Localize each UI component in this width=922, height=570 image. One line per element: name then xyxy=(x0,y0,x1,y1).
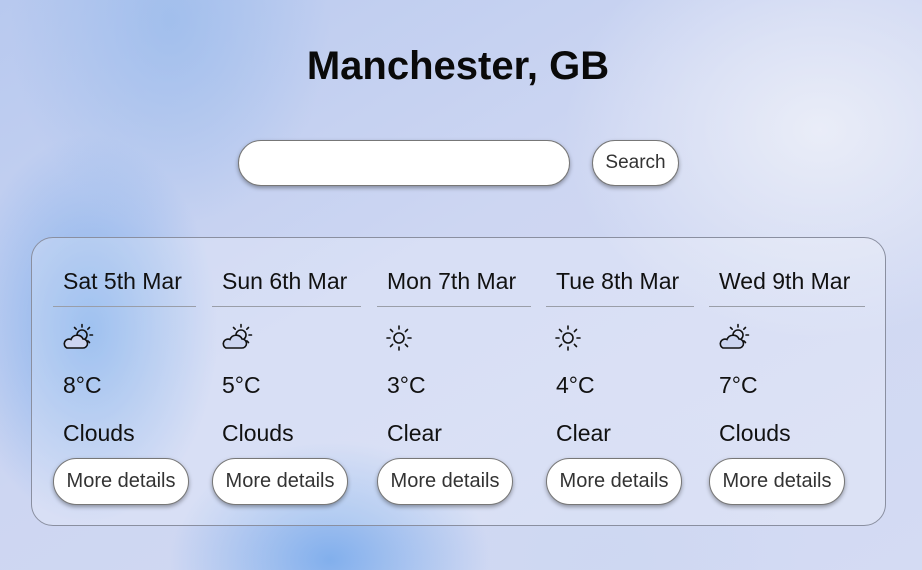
more-details-button[interactable]: More details xyxy=(546,458,682,505)
forecast-condition: Clear xyxy=(387,420,442,446)
partly-cloudy-sun-icon xyxy=(63,323,94,349)
partly-cloudy-sun-icon xyxy=(222,323,253,349)
more-details-button[interactable]: More details xyxy=(377,458,513,505)
divider xyxy=(709,306,865,307)
forecast-day: Tue 8th Mar 4°C Clear More details xyxy=(546,238,694,527)
divider xyxy=(212,306,361,307)
sun-icon xyxy=(386,325,412,351)
partly-cloudy-sun-icon xyxy=(719,323,750,349)
forecast-temp: 4°C xyxy=(556,372,595,398)
forecast-date: Sat 5th Mar xyxy=(63,268,182,294)
forecast-date: Wed 9th Mar xyxy=(719,268,851,294)
forecast-condition: Clouds xyxy=(719,420,791,446)
forecast-temp: 5°C xyxy=(222,372,261,398)
more-details-button[interactable]: More details xyxy=(53,458,189,505)
forecast-condition: Clouds xyxy=(222,420,294,446)
more-details-button[interactable]: More details xyxy=(212,458,348,505)
forecast-condition: Clear xyxy=(556,420,611,446)
divider xyxy=(546,306,694,307)
forecast-temp: 8°C xyxy=(63,372,102,398)
forecast-day: Wed 9th Mar 7°C Clouds More details xyxy=(709,238,865,527)
search-input[interactable] xyxy=(238,140,570,186)
page-title: Manchester, GB xyxy=(306,44,610,88)
forecast-day: Mon 7th Mar 3°C Clear More details xyxy=(377,238,531,527)
forecast-date: Tue 8th Mar xyxy=(556,268,680,294)
forecast-condition: Clouds xyxy=(63,420,135,446)
forecast-temp: 3°C xyxy=(387,372,426,398)
more-details-button[interactable]: More details xyxy=(709,458,845,505)
sun-icon xyxy=(555,325,581,351)
divider xyxy=(377,306,531,307)
forecast-day: Sat 5th Mar 8°C Clouds More details xyxy=(53,238,196,527)
forecast-panel: Sat 5th Mar 8°C Clouds More details Sun … xyxy=(31,237,886,526)
forecast-date: Mon 7th Mar xyxy=(387,268,517,294)
forecast-day: Sun 6th Mar 5°C Clouds More details xyxy=(212,238,361,527)
forecast-date: Sun 6th Mar xyxy=(222,268,348,294)
forecast-temp: 7°C xyxy=(719,372,758,398)
search-button[interactable]: Search xyxy=(592,140,679,186)
divider xyxy=(53,306,196,307)
